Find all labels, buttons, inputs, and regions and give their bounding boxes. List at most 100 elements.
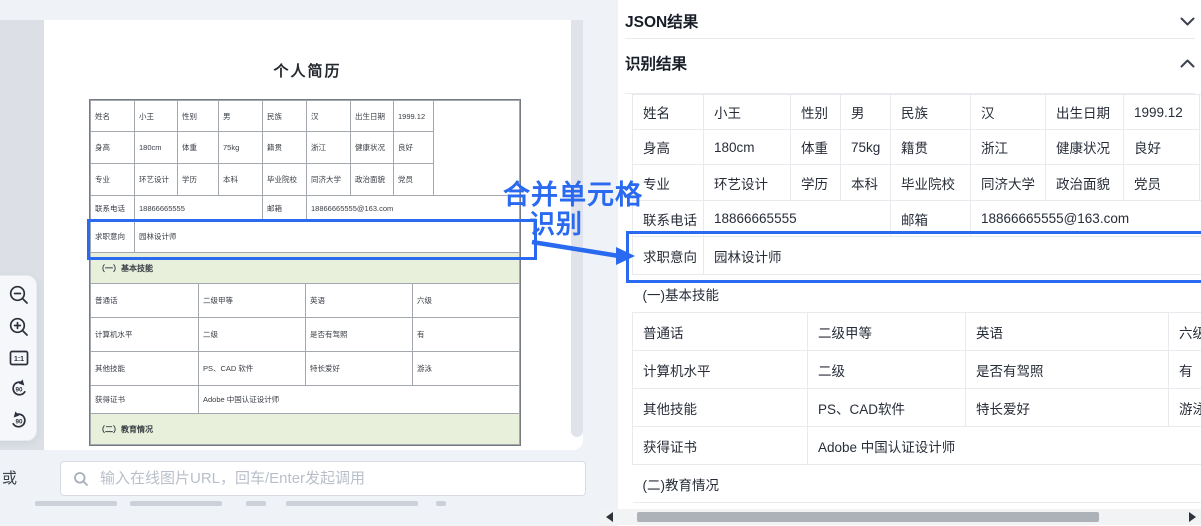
table-cell: 其他技能 (91, 352, 199, 386)
table-cell: 180cm (135, 132, 178, 164)
image-url-input[interactable] (98, 469, 573, 488)
json-result-title: JSON结果 (625, 10, 698, 32)
table-cell: 二级甲等 (808, 313, 966, 351)
table-row: 其他技能PS、CAD 软件特长爱好游泳 (91, 352, 520, 386)
one-to-one-button[interactable]: 1:1 (7, 346, 31, 370)
table-cell: (一)基本技能 (633, 275, 1201, 313)
table-cell: 1999.12 (394, 101, 434, 132)
table-cell: 75kg (841, 130, 891, 165)
chevron-down-icon[interactable] (1180, 17, 1195, 26)
table-cell: 是否有驾照 (306, 318, 413, 352)
table-cell: 民族 (263, 101, 307, 132)
recognition-result-section-header[interactable]: 识别结果 (625, 49, 1195, 77)
table-row: 普通话二级甲等英语六级 (633, 313, 1201, 351)
table-cell: 是否有驾照 (966, 351, 1169, 389)
table-cell: 政治面貌 (351, 164, 394, 196)
table-cell: 同济大学 (307, 164, 351, 196)
table-cell: 本科 (219, 164, 263, 196)
table-cell: 民族 (891, 95, 971, 130)
rotate-right-90-icon: 90 (8, 410, 30, 432)
image-url-input-box (60, 461, 586, 496)
table-cell: 联系电话 (633, 201, 704, 237)
rotate-left-90-icon: 90 (8, 378, 30, 400)
table-cell: 毕业院校 (891, 165, 971, 201)
table-row: 普通话二级甲等英语六级 (91, 284, 520, 318)
rotate-left-button[interactable]: 90 (7, 377, 31, 401)
table-cell: 政治面貌 (1046, 165, 1124, 201)
table-row: (二)教育情况 (633, 465, 1201, 503)
zoom-out-icon (8, 284, 30, 306)
table-row: 获得证书Adobe 中国认证设计师 (633, 427, 1201, 465)
table-cell: 18866665555 (704, 201, 891, 237)
svg-text:1:1: 1:1 (13, 356, 23, 363)
table-cell: 党员 (1124, 165, 1200, 201)
table-cell: 普通话 (633, 313, 808, 351)
table-ocr-demo-page: 个人简历 姓名小王性别男民族汉出生日期1999.12身高180cm体重75kg籍… (0, 0, 1201, 526)
table-cell: 其他技能 (633, 389, 808, 427)
table-cell: 六级 (413, 284, 520, 318)
one-to-one-icon: 1:1 (8, 347, 30, 369)
scroll-right-arrow[interactable] (1189, 512, 1196, 522)
table-cell: 汉 (307, 101, 351, 132)
table-cell: Adobe 中国认证设计师 (199, 386, 520, 414)
table-row: 专业环艺设计学历本科毕业院校同济大学政治面貌党员 (633, 165, 1201, 201)
table-cell: 专业 (91, 164, 135, 196)
annotation-merged-cell-line2: 识别 (529, 204, 583, 241)
recognition-table: 姓名小王性别男民族汉出生日期1999.12身高180cm体重75kg籍贯浙江健康… (632, 94, 1201, 506)
table-cell: 同济大学 (971, 165, 1046, 201)
table-cell: 出生日期 (351, 101, 394, 132)
table-cell: 邮箱 (263, 196, 307, 221)
table-cell: 性别 (178, 101, 219, 132)
clipped-hint-text (130, 501, 222, 506)
clipped-hint-text (35, 501, 117, 506)
table-cell: 75kg (219, 132, 263, 164)
viewer-toolbar: 1:1 90 90 (0, 275, 37, 441)
table-cell: 18866665555 (135, 196, 263, 221)
table-cell: 浙江 (307, 132, 351, 164)
table-cell: 汉 (971, 95, 1046, 130)
clipped-hint-text (286, 501, 418, 506)
table-cell: 男 (219, 101, 263, 132)
table-cell: 游泳 (413, 352, 520, 386)
table-cell: Adobe 中国认证设计师 (808, 427, 1201, 465)
svg-text:90: 90 (15, 418, 23, 425)
table-cell: 二级 (808, 351, 966, 389)
table-cell: 身高 (633, 130, 704, 165)
table-cell: 计算机水平 (633, 351, 808, 389)
scroll-left-arrow[interactable] (606, 512, 613, 522)
table-row: 求职意向园林设计师 (633, 237, 1201, 275)
resume-title: 个人简历 (44, 60, 571, 81)
table-cell: 籍贯 (263, 132, 307, 164)
chevron-up-icon[interactable] (1180, 59, 1195, 68)
table-cell: （一）基本技能 (91, 253, 520, 284)
table-cell: 身高 (91, 132, 135, 164)
table-cell: 健康状况 (1046, 130, 1124, 165)
table-cell: 邮箱 (891, 201, 971, 237)
resume-document-image[interactable]: 个人简历 姓名小王性别男民族汉出生日期1999.12身高180cm体重75kg籍… (44, 20, 571, 450)
table-cell: 园林设计师 (135, 221, 520, 253)
table-cell: 籍贯 (891, 130, 971, 165)
zoom-in-button[interactable] (7, 315, 31, 339)
table-cell: 18866665555@163.com (307, 196, 520, 221)
scrollbar-thumb[interactable] (637, 512, 1099, 522)
table-cell: 毕业院校 (263, 164, 307, 196)
clipped-hint-text (436, 501, 446, 506)
table-cell: 180cm (704, 130, 791, 165)
table-cell: 英语 (966, 313, 1169, 351)
table-row: 身高180cm体重75kg籍贯浙江健康状况良好 (633, 130, 1201, 165)
json-result-section-header[interactable]: JSON结果 (625, 7, 1195, 35)
rotate-right-button[interactable]: 90 (7, 409, 31, 433)
table-cell: 获得证书 (91, 386, 199, 414)
divider (625, 38, 1195, 39)
table-cell: 联系电话 (91, 196, 135, 221)
table-row: 计算机水平二级是否有驾照有 (633, 351, 1201, 389)
resume-table: 姓名小王性别男民族汉出生日期1999.12身高180cm体重75kg籍贯浙江健康… (89, 99, 521, 446)
table-cell: 特长爱好 (966, 389, 1169, 427)
table-cell: 有 (1169, 351, 1201, 389)
zoom-out-button[interactable] (7, 283, 31, 307)
recognition-result-title: 识别结果 (625, 52, 687, 74)
results-horizontal-scrollbar (600, 509, 1201, 525)
table-cell: 体重 (791, 130, 841, 165)
table-row: (一)基本技能 (633, 275, 1201, 313)
table-row: 姓名小王性别男民族汉出生日期1999.12 (633, 95, 1201, 130)
